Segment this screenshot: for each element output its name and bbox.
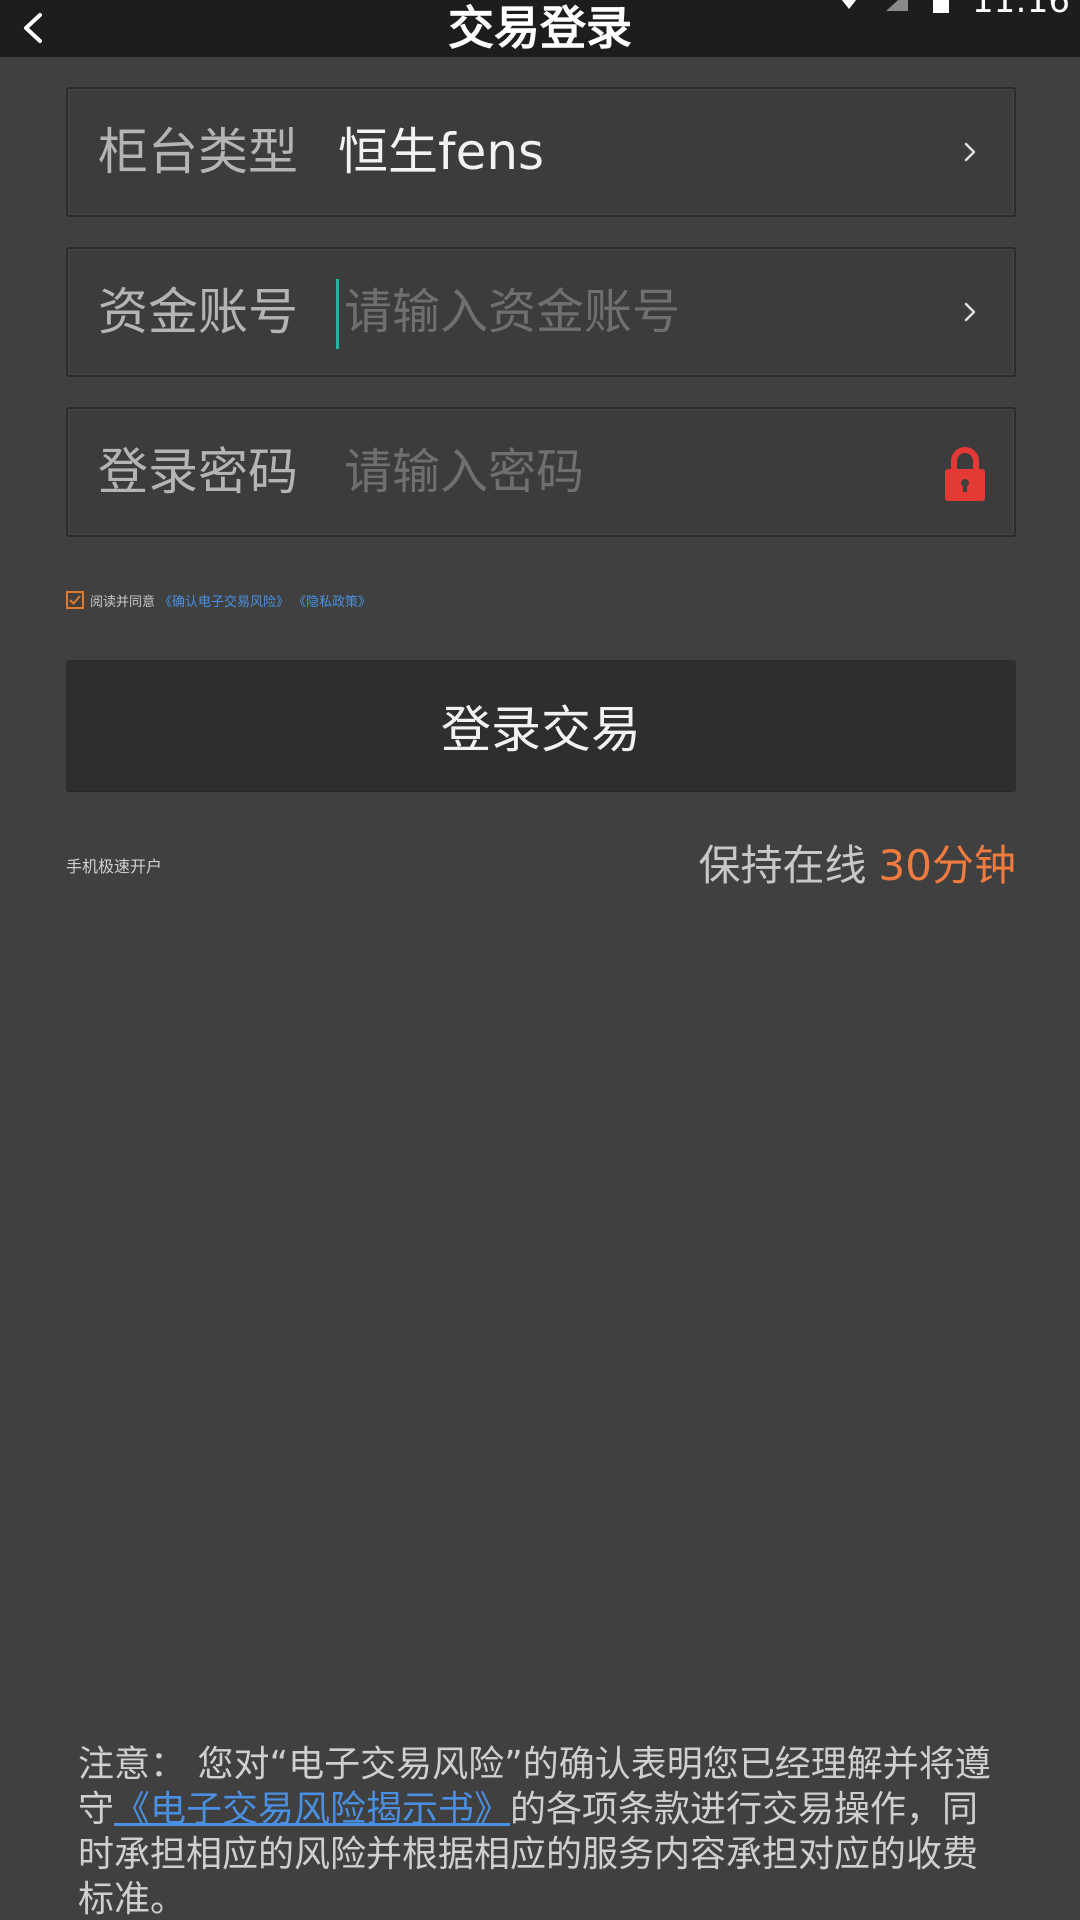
signal-icon <box>886 0 909 11</box>
agreement-text: 阅读并同意 <box>90 594 156 610</box>
open-account-link[interactable]: 手机极速开户 <box>66 853 162 877</box>
counter-type-row[interactable]: 柜台类型 恒生fens <box>66 87 1016 217</box>
status-bar: 11:16 <box>836 0 1070 21</box>
lock-icon[interactable] <box>942 445 988 503</box>
counter-type-label: 柜台类型 <box>98 123 298 181</box>
keep-online-value: 30分钟 <box>878 841 1016 890</box>
counter-type-value: 恒生fens <box>338 123 545 181</box>
top-app-bar: 交易登录 11:16 <box>0 0 1080 57</box>
privacy-policy-link[interactable]: 《隐私政策》 <box>293 591 371 610</box>
account-row: 资金账号 <box>66 247 1016 377</box>
agreement-row: 阅读并同意 《确认电子交易风险》 《隐私政策》 <box>66 589 371 611</box>
password-input[interactable] <box>338 434 924 510</box>
chevron-right-icon <box>950 132 990 172</box>
account-input[interactable] <box>338 274 924 350</box>
keep-online-selector[interactable]: 保持在线 30分钟 <box>699 836 1016 896</box>
check-icon <box>69 595 81 605</box>
risk-notice: 注意： 您对“电子交易风险”的确认表明您已经理解并将遵守《电子交易风险揭示书》的… <box>78 1742 998 1920</box>
risk-disclosure-link[interactable]: 《电子交易风险揭示书》 <box>114 1789 510 1830</box>
password-row: 登录密码 <box>66 407 1016 537</box>
login-button[interactable]: 登录交易 <box>66 660 1016 791</box>
status-time: 11:16 <box>972 0 1070 21</box>
battery-icon <box>933 0 950 13</box>
keep-online-label: 保持在线 <box>698 841 867 890</box>
trade-login-screen: 交易登录 11:16 柜台类型 恒生fens 资金账号 请输入资金账号 登录密码… <box>0 0 1080 1920</box>
chevron-right-icon[interactable] <box>950 292 990 332</box>
risk-confirm-link[interactable]: 《确认电子交易风险》 <box>159 591 289 610</box>
password-label: 登录密码 <box>98 443 298 501</box>
wifi-icon <box>841 0 857 9</box>
agreement-checkbox[interactable] <box>66 591 84 609</box>
account-label: 资金账号 <box>98 283 298 341</box>
